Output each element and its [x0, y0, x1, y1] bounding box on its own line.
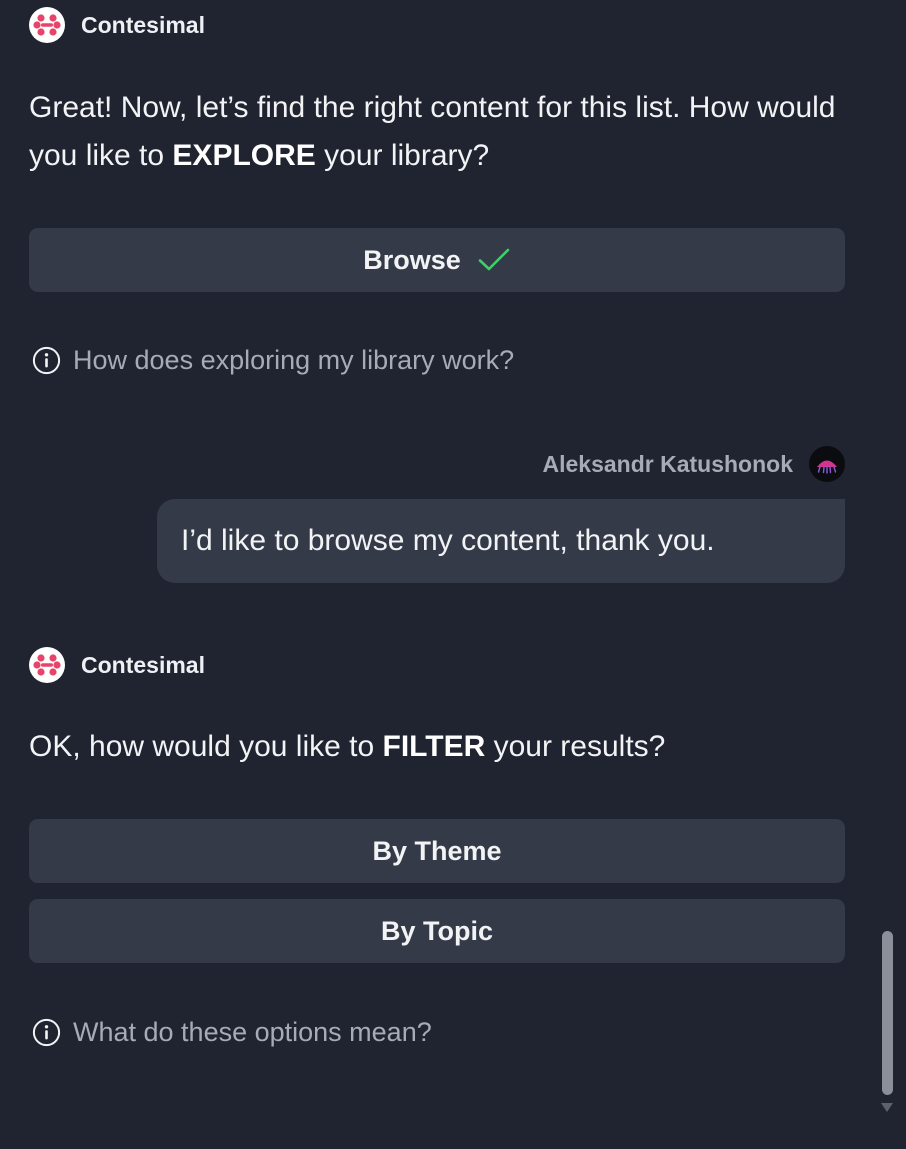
help-link-text: What do these options mean? [73, 1016, 432, 1047]
message-text: your library? [315, 139, 490, 172]
contesimal-logo-icon [29, 7, 65, 43]
option-label: By Theme [372, 835, 502, 866]
help-link[interactable]: How does exploring my library work? [32, 343, 514, 377]
bot-header: Contesimal [29, 7, 205, 43]
user-message-bubble: I’d like to browse my content, thank you… [157, 499, 845, 583]
bot-name: Contesimal [81, 651, 205, 678]
browse-option-button[interactable]: Browse [29, 228, 845, 292]
message-emphasis: FILTER [382, 730, 486, 763]
user-header: Aleksandr Katushonok [542, 446, 845, 482]
info-icon [32, 1018, 61, 1047]
option-label: By Topic [380, 915, 493, 946]
user-avatar [809, 446, 845, 482]
bot-name: Contesimal [81, 11, 205, 38]
scroll-down-arrow-icon[interactable] [881, 1103, 893, 1112]
chat-thread: Contesimal Great! Now, let’s find the ri… [0, 0, 874, 1149]
help-link[interactable]: What do these options mean? [32, 1015, 432, 1049]
by-topic-option-button[interactable]: By Topic [29, 899, 845, 963]
contesimal-logo-icon [29, 647, 65, 683]
bot-message: Great! Now, let’s find the right content… [29, 84, 849, 180]
message-text: your results? [485, 730, 666, 763]
by-theme-option-button[interactable]: By Theme [29, 819, 845, 883]
check-icon [477, 247, 511, 273]
bot-header: Contesimal [29, 647, 205, 683]
option-label: Browse [363, 244, 461, 275]
message-emphasis: EXPLORE [172, 139, 316, 172]
bot-message: OK, how would you like to FILTER your re… [29, 723, 849, 771]
scrollbar[interactable] [874, 0, 906, 1149]
info-icon [32, 346, 61, 375]
help-link-text: How does exploring my library work? [73, 344, 515, 375]
user-name: Aleksandr Katushonok [542, 450, 794, 477]
scrollbar-thumb[interactable] [882, 931, 893, 1095]
user-message-text: I’d like to browse my content, thank you… [181, 524, 715, 557]
message-text: OK, how would you like to [29, 730, 383, 763]
